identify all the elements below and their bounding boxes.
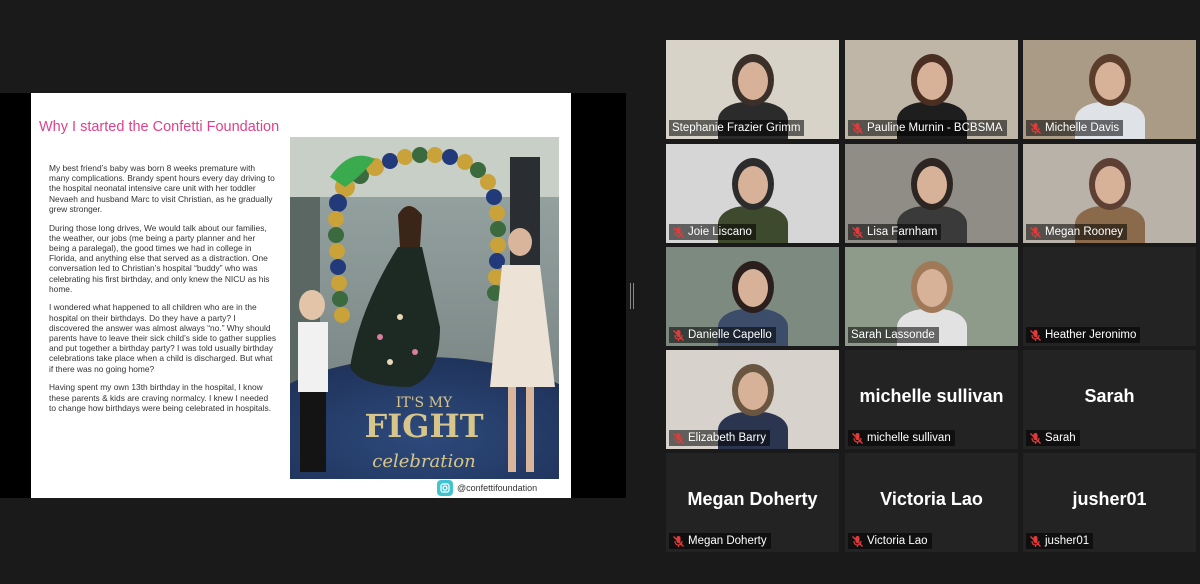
party-photo-image: IT'S MY FIGHT celebration [290, 137, 559, 479]
participant-face [738, 372, 768, 410]
participant-tile[interactable]: Elizabeth Barry [666, 350, 839, 449]
mic-muted-icon [852, 432, 863, 444]
participant-name: Megan Rooney [1045, 226, 1123, 238]
participant-tile[interactable]: Joie Liscano [666, 144, 839, 243]
participant-tile[interactable]: Stephanie Frazier Grimm [666, 40, 839, 139]
participant-name-tag: Michelle Davis [1026, 120, 1124, 136]
mic-muted-icon [1030, 226, 1041, 238]
participant-face [1095, 166, 1125, 204]
participant-name: michelle sullivan [867, 432, 951, 444]
slide-body: My best friend’s baby was born 8 weeks p… [49, 163, 277, 421]
participant-tile[interactable]: Megan Doherty Megan Doherty [666, 453, 839, 552]
participant-display-name: Victoria Lao [880, 489, 983, 509]
participant-name: Michelle Davis [1045, 122, 1120, 134]
slide-footer: @confettifoundation [437, 479, 537, 497]
participant-name: Sarah [1045, 432, 1076, 444]
participant-name: Heather Jeronimo [1045, 329, 1137, 341]
participant-tile[interactable]: Megan Rooney [1023, 144, 1196, 243]
mic-muted-icon [1030, 122, 1041, 134]
svg-text:celebration: celebration [372, 451, 475, 472]
participant-tile[interactable]: Michelle Davis [1023, 40, 1196, 139]
participant-tile[interactable]: Danielle Capello [666, 247, 839, 346]
mic-muted-icon [673, 329, 684, 341]
participant-name-tag: Heather Jeronimo [1026, 327, 1141, 343]
participant-name-tag: Danielle Capello [669, 327, 776, 343]
participant-display-name: Sarah [1084, 386, 1135, 406]
mic-muted-icon [673, 432, 684, 444]
participant-name: Pauline Murnin - BCBSMA [867, 122, 1003, 134]
participant-name: jusher01 [1045, 535, 1090, 547]
mic-muted-icon [1030, 432, 1041, 444]
shared-screen: Why I started the Confetti Foundation My… [0, 93, 626, 498]
participant-tile[interactable]: Lisa Farnham [845, 144, 1018, 243]
participant-face [917, 62, 947, 100]
participant-name: Victoria Lao [867, 535, 928, 547]
participant-tile[interactable]: Victoria Lao Victoria Lao [845, 453, 1018, 552]
participant-name-tag: Megan Rooney [1026, 224, 1127, 240]
participant-face [738, 269, 768, 307]
mic-muted-icon [852, 122, 863, 134]
participant-name: Megan Doherty [688, 535, 767, 547]
slide-title: Why I started the Confetti Foundation [39, 119, 280, 135]
participant-face [917, 166, 947, 204]
participant-name: Sarah Lassonde [851, 329, 935, 341]
participant-name: Lisa Farnham [867, 226, 938, 238]
slide-paragraph: My best friend’s baby was born 8 weeks p… [49, 163, 275, 214]
participant-name-tag: michelle sullivan [848, 430, 955, 446]
participant-face [1095, 62, 1125, 100]
svg-text:FIGHT: FIGHT [364, 407, 483, 445]
participant-tile[interactable]: jusher01 jusher01 [1023, 453, 1196, 552]
participant-name-tag: Lisa Farnham [848, 224, 942, 240]
participant-display-name: michelle sullivan [859, 386, 1004, 406]
participant-tile[interactable]: Sarah Lassonde [845, 247, 1018, 346]
participant-tile[interactable]: Pauline Murnin - BCBSMA [845, 40, 1018, 139]
participant-name-tag: Megan Doherty [669, 533, 771, 549]
participant-name-tag: Elizabeth Barry [669, 430, 770, 446]
participant-name-tag: Victoria Lao [848, 533, 932, 549]
footer-handle: @confettifoundation [457, 483, 538, 493]
mic-muted-icon [852, 226, 863, 238]
participant-name-tag: Stephanie Frazier Grimm [669, 120, 805, 136]
participant-name-tag: Sarah [1026, 430, 1080, 446]
participant-name-tag: Joie Liscano [669, 224, 756, 240]
participant-name-tag: Pauline Murnin - BCBSMA [848, 120, 1007, 136]
participant-tile[interactable]: Sarah Sarah [1023, 350, 1196, 449]
participant-tile[interactable]: Heather Jeronimo [1023, 247, 1196, 346]
mic-muted-icon [1030, 535, 1041, 547]
participant-name: Joie Liscano [688, 226, 752, 238]
mic-muted-icon [673, 226, 684, 238]
instagram-icon [437, 480, 453, 496]
presentation-slide: Why I started the Confetti Foundation My… [31, 93, 571, 498]
participant-tile[interactable]: michelle sullivan michelle sullivan [845, 350, 1018, 449]
participant-name: Danielle Capello [688, 329, 772, 341]
participant-name-tag: Sarah Lassonde [848, 327, 939, 343]
participant-name-tag: jusher01 [1026, 533, 1094, 549]
participant-display-name: jusher01 [1072, 489, 1147, 509]
slide-photo: IT'S MY FIGHT celebration [290, 137, 559, 479]
slide-paragraph: I wondered what happened to all children… [49, 302, 277, 374]
participant-face [917, 269, 947, 307]
splitter-handle[interactable] [630, 283, 634, 309]
participant-name: Stephanie Frazier Grimm [672, 122, 801, 134]
participant-face [738, 166, 768, 204]
mic-muted-icon [673, 535, 684, 547]
mic-muted-icon [852, 535, 863, 547]
mic-muted-icon [1030, 329, 1041, 341]
participant-display-name: Megan Doherty [687, 489, 818, 509]
participant-face [738, 62, 768, 100]
slide-paragraph: Having spent my own 13th birthday in the… [49, 382, 272, 413]
slide-paragraph: During those long drives, We would talk … [49, 222, 270, 294]
participant-name: Elizabeth Barry [688, 432, 766, 444]
